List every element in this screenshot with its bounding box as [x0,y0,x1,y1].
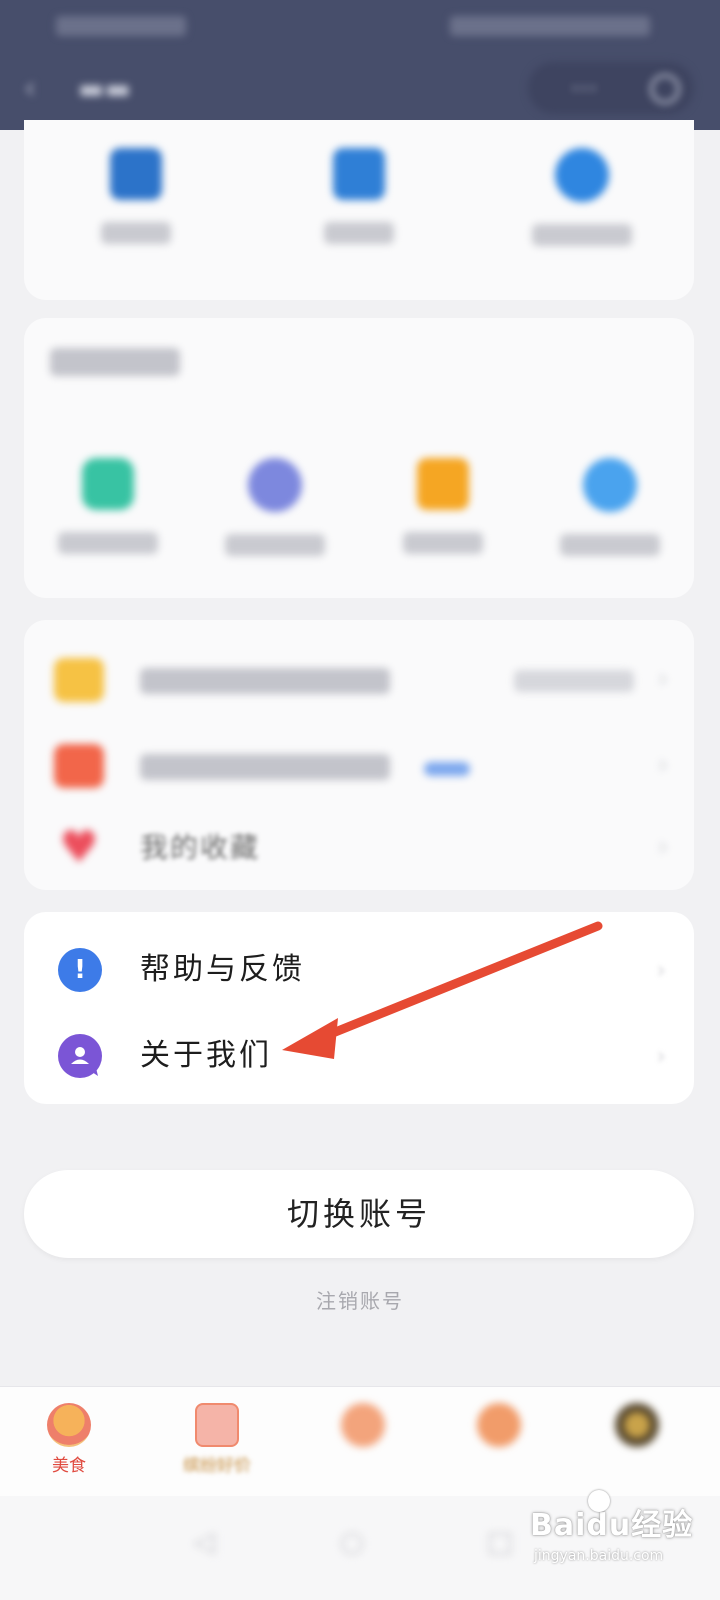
orange-tab-icon [341,1403,385,1447]
page-title: ▬▬ [78,72,131,105]
help-card: ! 帮助与反馈 › 关于我们 › [24,912,694,1104]
blue-square-icon [109,148,162,200]
shortcut-label [532,224,633,246]
header-bar: ‹ ▬▬ ··· [0,0,720,130]
function-item[interactable] [527,458,695,556]
help-feedback-item[interactable]: ! 帮助与反馈 › [24,926,694,1012]
back-arrow-icon[interactable]: ‹ [24,72,48,106]
indigo-icon [248,458,303,512]
function-item[interactable] [359,458,527,556]
tab-food[interactable]: 美食 [14,1403,124,1493]
watermark-url: jingyan.baidu.com [534,1548,664,1564]
list-item-extra [514,670,634,692]
tab-profile[interactable] [582,1403,692,1493]
chevron-right-icon: › [657,832,668,862]
tab-label: 缤纷好价 [183,1456,251,1476]
about-icon [58,1034,102,1078]
chevron-right-icon: › [656,1042,666,1070]
nav-back-icon[interactable]: ◁ [184,1522,224,1562]
cancel-account-link[interactable]: 注销账号 [0,1286,720,1316]
help-feedback-label: 帮助与反馈 [140,952,305,987]
status-right [450,16,650,36]
chevron-right-icon: › [657,664,668,694]
tab-deals[interactable]: 缤纷好价 [162,1403,272,1493]
function-label [402,532,483,554]
list-item[interactable]: › [24,636,694,722]
status-bar [56,10,650,40]
section-title [50,348,180,376]
blue-square-icon [332,148,385,200]
blue-circle-icon [555,148,610,202]
chevron-right-icon: › [657,750,668,780]
folder-icon [54,658,104,702]
nav-home-icon[interactable]: ○ [332,1522,372,1562]
green-icon [81,458,134,510]
new-badge [424,762,470,776]
switch-account-button[interactable]: 切换账号 [24,1170,694,1258]
shortcut-label [323,222,394,244]
function-label [560,534,661,556]
blue-circle-icon [583,458,638,512]
function-label [225,534,326,556]
help-icon: ! [58,948,102,992]
chevron-right-icon: › [656,956,666,984]
list-item-favorites[interactable]: ♥ 我的收藏 › [24,804,694,890]
function-item[interactable] [192,458,360,556]
about-us-item[interactable]: 关于我们 › [24,1012,694,1098]
orange-tab-icon [477,1403,521,1447]
watermark-logo-text: Baidu经验 [530,1508,694,1543]
list-card: › › ♥ 我的收藏 › [24,620,694,890]
about-us-label: 关于我们 [140,1038,272,1073]
shortcut-item[interactable] [471,148,694,246]
shortcut-label [100,222,171,244]
baidu-watermark: Baidu经验 jingyan.baidu.com [530,1490,700,1580]
burger-icon [47,1403,91,1447]
list-item[interactable]: › [24,722,694,808]
favorites-label: 我的收藏 [140,831,261,864]
function-item[interactable] [24,458,192,556]
nav-recents-icon[interactable]: □ [480,1522,520,1562]
list-item-label [140,754,390,780]
tab-label: 美食 [52,1456,86,1476]
target-icon[interactable] [650,74,680,104]
avatar-icon [615,1403,659,1447]
top-shortcuts-card [24,120,694,300]
orange-gift-icon [54,744,104,788]
tab-item[interactable] [444,1403,554,1493]
heart-icon: ♥ [59,822,99,873]
shortcut-item[interactable] [247,148,470,246]
shopping-bag-icon [195,1403,239,1447]
bottom-tab-bar: 美食 缤纷好价 [0,1386,720,1497]
paw-icon [588,1490,610,1512]
function-label [57,532,158,554]
orange-bag-icon [416,458,469,510]
tab-item[interactable] [308,1403,418,1493]
shortcut-item[interactable] [24,148,247,246]
common-functions-card [24,318,694,598]
list-item-label [140,668,390,694]
status-left [56,16,186,36]
more-icon[interactable]: ··· [564,72,604,106]
